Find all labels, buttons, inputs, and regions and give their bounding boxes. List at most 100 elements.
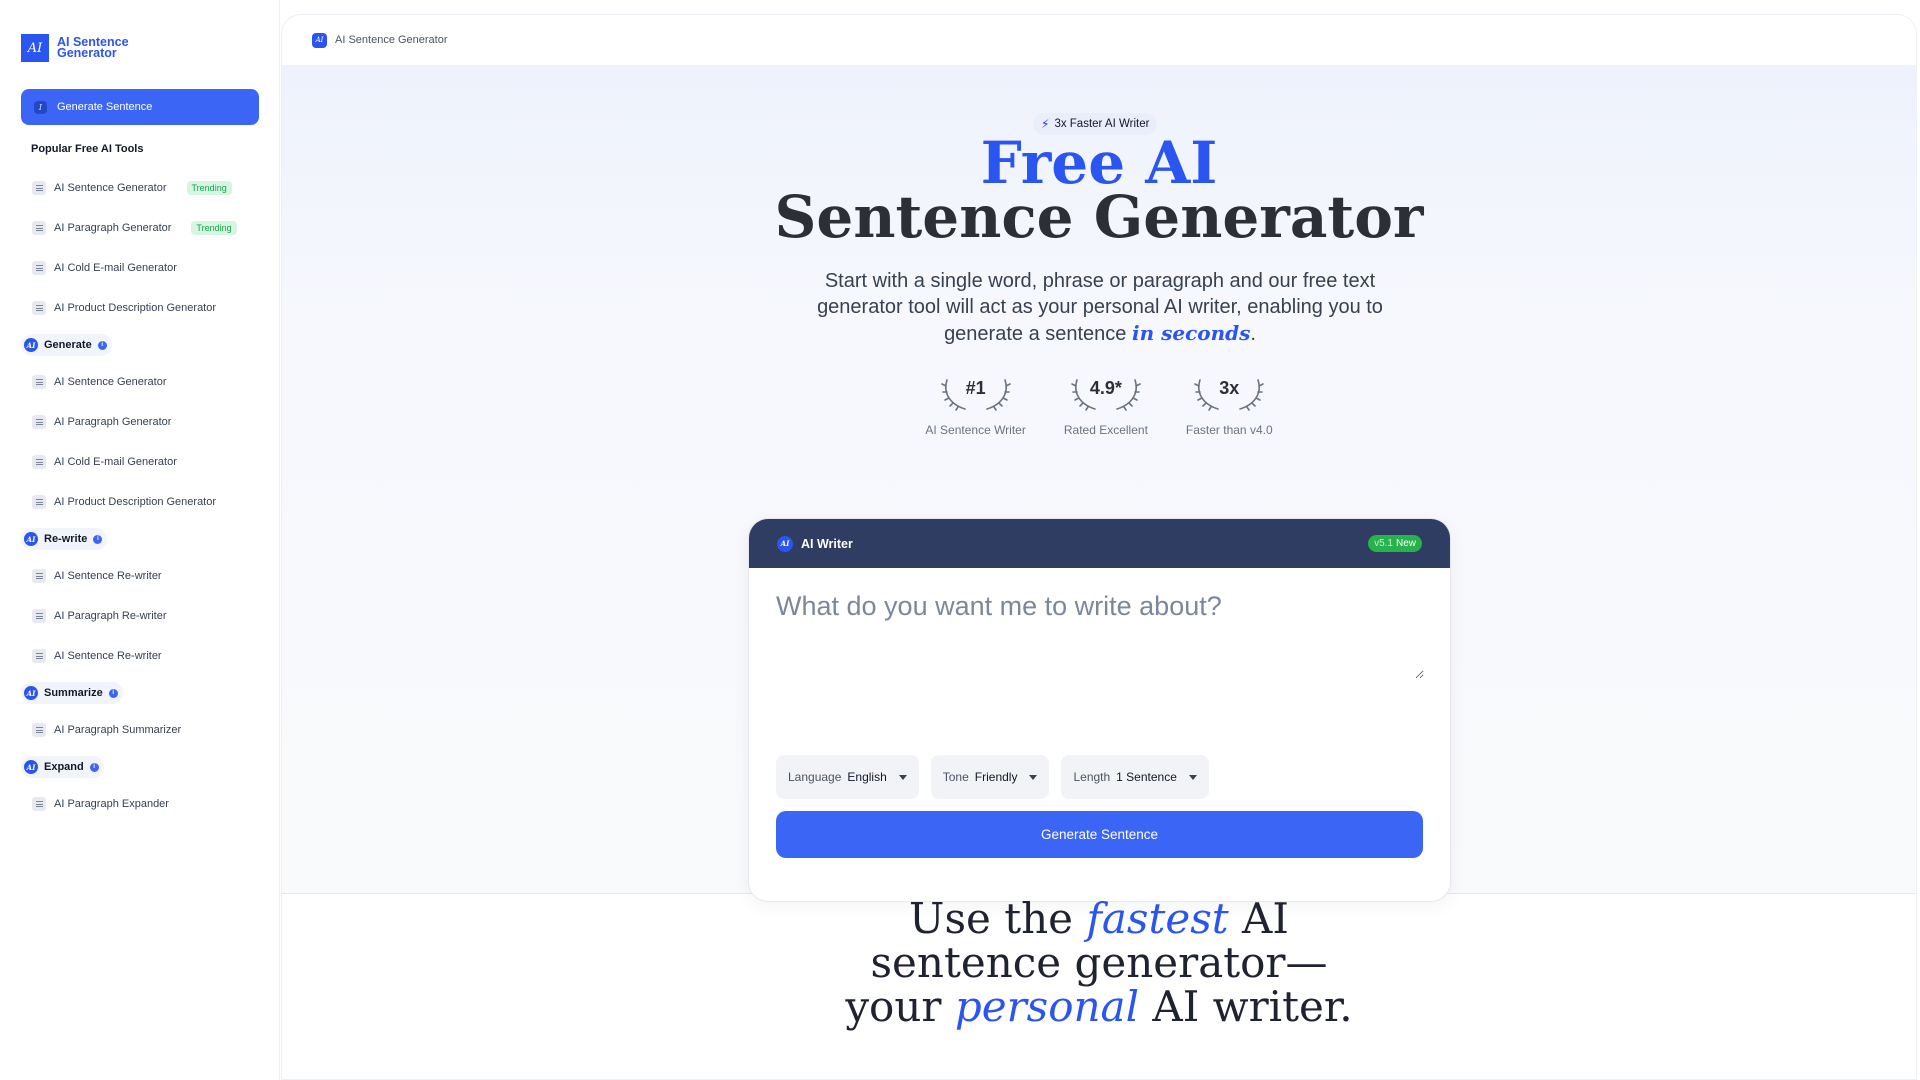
generate-sentence-nav-label: Generate Sentence <box>57 101 153 113</box>
document-icon <box>32 261 46 275</box>
stat-rating: 4.9* Rated Excellent <box>1064 376 1148 438</box>
stat-speed: 3x Faster than v4.0 <box>1185 376 1273 438</box>
document-icon <box>32 609 46 623</box>
language-select[interactable]: Language English <box>776 755 919 799</box>
rewrite-item-sentence-2[interactable]: AI Sentence Re-writer <box>21 636 259 676</box>
title-line-2: Sentence Generator <box>774 183 1424 251</box>
stat-value: 3x <box>1219 377 1240 398</box>
nav-item-label: AI Paragraph Generator <box>54 222 172 234</box>
generate-item-paragraph[interactable]: AI Paragraph Generator <box>21 402 259 442</box>
nav-item-label: AI Cold E-mail Generator <box>54 262 177 274</box>
ai-icon: AI <box>777 535 793 552</box>
heading-part: AI writer. <box>1139 982 1353 1031</box>
ai-writer-card: AI AI Writer v5.1New Language English To… <box>748 518 1451 902</box>
ai-icon: AI <box>24 760 38 774</box>
hero-subtitle: Start with a single word, phrase or para… <box>812 268 1388 347</box>
title-line-1: Free AI <box>980 129 1218 197</box>
document-icon <box>32 455 46 469</box>
length-label: Length <box>1073 770 1111 784</box>
features-section: Use the fastest AI sentence generator— y… <box>282 897 1916 1029</box>
stat-label: Faster than v4.0 <box>1185 423 1273 437</box>
document-icon <box>32 797 46 811</box>
expand-item-paragraph[interactable]: AI Paragraph Expander <box>21 784 259 824</box>
group-expand[interactable]: AI Expand i <box>21 756 104 778</box>
group-generate[interactable]: AI Generate i <box>21 334 112 356</box>
brand[interactable]: AI AI Sentence Generator <box>21 34 259 62</box>
stat-rank: #1 AI Sentence Writer <box>925 376 1026 438</box>
nav-item-label: AI Sentence Generator <box>54 182 167 194</box>
rewrite-item-paragraph[interactable]: AI Paragraph Re-writer <box>21 596 259 636</box>
generate-sentence-button[interactable]: Generate Sentence <box>776 811 1423 858</box>
subtitle-text: Start with a single word, phrase or para… <box>817 270 1383 345</box>
generate-item-product-description[interactable]: AI Product Description Generator <box>21 482 259 522</box>
subtitle-accent: in seconds <box>1131 321 1251 345</box>
stat-value: 4.9* <box>1089 377 1122 398</box>
rewrite-item-sentence[interactable]: AI Sentence Re-writer <box>21 556 259 596</box>
document-icon <box>32 375 46 389</box>
ai-icon: AI <box>24 532 38 546</box>
cursor-icon: I <box>34 100 47 114</box>
generate-sentence-nav-button[interactable]: I Generate Sentence <box>21 89 259 125</box>
document-icon <box>32 181 46 195</box>
breadcrumb[interactable]: AI Sentence Generator <box>335 34 448 46</box>
caret-down-icon <box>1188 774 1197 780</box>
prompt-textarea[interactable] <box>776 591 1424 679</box>
info-icon[interactable]: i <box>89 762 99 772</box>
generate-item-sentence[interactable]: AI Sentence Generator <box>21 362 259 402</box>
brand-logo-icon: AI <box>21 34 49 62</box>
document-icon <box>32 221 46 235</box>
document-icon <box>32 649 46 663</box>
ai-writer-title: AI Writer <box>801 536 853 551</box>
group-title: Re-write <box>44 533 88 545</box>
stat-label: AI Sentence Writer <box>925 423 1026 437</box>
generate-item-cold-email[interactable]: AI Cold E-mail Generator <box>21 442 259 482</box>
group-title: Expand <box>44 761 84 773</box>
section-heading: Use the fastest AI sentence generator— y… <box>282 897 1916 1029</box>
document-icon <box>32 415 46 429</box>
document-icon <box>32 495 46 509</box>
options-row: Language English Tone Friendly Length 1 … <box>776 755 1209 799</box>
heading-emphasis: personal <box>954 982 1140 1031</box>
tone-value: Friendly <box>974 770 1018 784</box>
info-icon[interactable]: i <box>108 688 118 698</box>
info-icon[interactable]: i <box>93 534 103 544</box>
ai-icon: AI <box>312 32 327 48</box>
language-label: Language <box>788 770 842 784</box>
caret-down-icon <box>1029 774 1038 780</box>
nav-item-label: AI Sentence Re-writer <box>54 570 162 582</box>
laurel-icon: 4.9* <box>1069 376 1143 412</box>
ai-icon: AI <box>24 686 38 700</box>
subtitle-end: . <box>1250 323 1256 345</box>
summarize-item-paragraph[interactable]: AI Paragraph Summarizer <box>21 710 259 750</box>
group-rewrite[interactable]: AI Re-write i <box>21 528 108 550</box>
laurel-icon: #1 <box>939 376 1013 412</box>
tone-select[interactable]: Tone Friendly <box>930 755 1050 799</box>
length-select[interactable]: Length 1 Sentence <box>1061 755 1209 799</box>
length-value: 1 Sentence <box>1116 770 1177 784</box>
nav-item-label: AI Sentence Re-writer <box>54 650 162 662</box>
sidebar: AI AI Sentence Generator I Generate Sent… <box>0 0 280 1080</box>
nav-item-label: AI Product Description Generator <box>54 496 217 508</box>
heading-part: sentence generator— <box>870 938 1328 987</box>
document-icon <box>32 723 46 737</box>
stat-value: #1 <box>965 377 986 398</box>
laurel-icon: 3x <box>1192 376 1266 412</box>
info-icon[interactable]: i <box>97 340 107 350</box>
trending-badge: Trending <box>186 181 232 195</box>
trending-badge: Trending <box>191 221 237 235</box>
new-label: New <box>1395 538 1416 549</box>
popular-item-cold-email-generator[interactable]: AI Cold E-mail Generator <box>21 248 259 288</box>
group-title: Generate <box>44 339 92 351</box>
nav-item-label: AI Paragraph Expander <box>54 798 169 810</box>
popular-item-product-description-generator[interactable]: AI Product Description Generator <box>21 288 259 328</box>
popular-tools-heading: Popular Free AI Tools <box>31 143 144 155</box>
nav-item-label: AI Paragraph Summarizer <box>54 724 182 736</box>
popular-item-paragraph-generator[interactable]: AI Paragraph Generator Trending <box>21 208 259 248</box>
document-icon <box>32 569 46 583</box>
group-summarize[interactable]: AI Summarize i <box>21 682 123 704</box>
popular-item-sentence-generator[interactable]: AI Sentence Generator Trending <box>21 168 259 208</box>
group-title: Summarize <box>44 687 103 699</box>
tone-label: Tone <box>942 770 969 784</box>
nav-item-label: AI Product Description Generator <box>54 302 217 314</box>
heading-emphasis: fastest <box>1086 894 1229 943</box>
